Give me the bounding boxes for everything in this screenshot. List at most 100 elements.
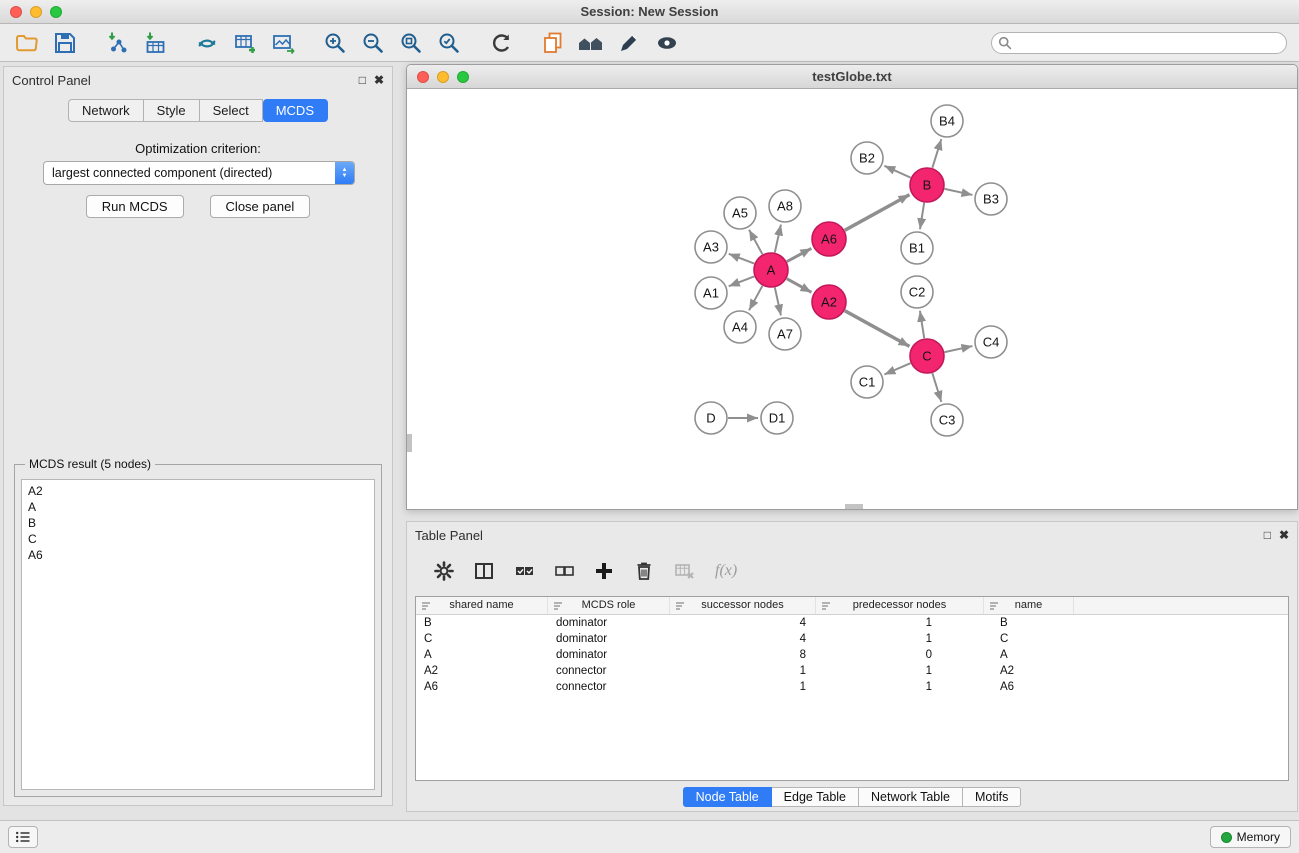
mcds-result-item[interactable]: A2 xyxy=(28,483,368,499)
home-icon[interactable] xyxy=(576,28,606,58)
memory-button[interactable]: Memory xyxy=(1210,826,1291,848)
node-C3[interactable]: C3 xyxy=(931,404,963,436)
import-table-icon[interactable] xyxy=(140,28,170,58)
node-B4[interactable]: B4 xyxy=(931,105,963,137)
node-A2[interactable]: A2 xyxy=(812,285,846,319)
edge-A-A5[interactable] xyxy=(749,230,762,254)
node-A8[interactable]: A8 xyxy=(769,190,801,222)
node-C[interactable]: C xyxy=(910,339,944,373)
close-window-button[interactable] xyxy=(10,6,22,18)
tab-network[interactable]: Network xyxy=(68,99,144,122)
edge-B-B4[interactable] xyxy=(932,139,941,168)
network-canvas[interactable]: B4 B2 B B3 A5 A8 A6 A3 A B1 A1 A2 C2 A4 A7 C4 C1 C C3 D D1 xyxy=(407,89,1297,509)
node-B1[interactable]: B1 xyxy=(901,232,933,264)
edge-A-A6[interactable] xyxy=(787,248,811,261)
canvas-bottom-grip[interactable] xyxy=(845,504,863,509)
column-header-name[interactable]: name xyxy=(984,597,1074,614)
minimize-window-button[interactable] xyxy=(30,6,42,18)
table-settings-gear-icon[interactable] xyxy=(429,556,459,586)
table-row[interactable]: Adominator80A xyxy=(416,647,1288,663)
mcds-result-item[interactable]: B xyxy=(28,515,368,531)
edge-A6-B[interactable] xyxy=(845,195,910,231)
apply-layout-icon[interactable] xyxy=(486,28,516,58)
mcds-result-item[interactable]: A6 xyxy=(28,547,368,563)
create-column-plus-icon[interactable] xyxy=(589,556,619,586)
node-A[interactable]: A xyxy=(754,253,788,287)
import-network-icon[interactable] xyxy=(102,28,132,58)
node-A7[interactable]: A7 xyxy=(769,318,801,350)
edge-B-B3[interactable] xyxy=(945,189,973,195)
table-close-panel-icon[interactable]: ✖ xyxy=(1279,529,1289,541)
table-row[interactable]: A2connector11A2 xyxy=(416,663,1288,679)
column-header-successor-nodes[interactable]: successor nodes xyxy=(670,597,816,614)
zoom-fit-icon[interactable] xyxy=(396,28,426,58)
show-column-icon[interactable] xyxy=(469,556,499,586)
export-image-icon[interactable] xyxy=(268,28,298,58)
new-network-from-selection-icon[interactable] xyxy=(192,28,222,58)
deselect-all-rows-icon[interactable] xyxy=(549,556,579,586)
edge-A-A2[interactable] xyxy=(787,279,812,293)
edge-A2-C[interactable] xyxy=(845,311,910,347)
node-A1[interactable]: A1 xyxy=(695,277,727,309)
delete-table-icon[interactable] xyxy=(669,556,699,586)
edge-C-C2[interactable] xyxy=(920,311,924,338)
edge-B-B1[interactable] xyxy=(920,203,924,229)
table-float-panel-icon[interactable]: □ xyxy=(1264,529,1271,541)
node-C4[interactable]: C4 xyxy=(975,326,1007,358)
edge-C-C4[interactable] xyxy=(945,346,973,352)
edge-A-A1[interactable] xyxy=(729,276,754,286)
tab-select[interactable]: Select xyxy=(200,99,263,122)
select-all-rows-icon[interactable] xyxy=(509,556,539,586)
edge-C-C3[interactable] xyxy=(932,373,941,402)
node-B[interactable]: B xyxy=(910,168,944,202)
edge-A-A4[interactable] xyxy=(749,286,762,310)
zoom-in-icon[interactable] xyxy=(320,28,350,58)
node-C1[interactable]: C1 xyxy=(851,366,883,398)
network-maximize-button[interactable] xyxy=(457,71,469,83)
mcds-result-item[interactable]: A xyxy=(28,499,368,515)
column-header-shared-name[interactable]: shared name xyxy=(416,597,548,614)
node-A6[interactable]: A6 xyxy=(812,222,846,256)
mcds-result-item[interactable]: C xyxy=(28,531,368,547)
tab-network-table[interactable]: Network Table xyxy=(859,787,963,807)
node-B3[interactable]: B3 xyxy=(975,183,1007,215)
edge-A-A8[interactable] xyxy=(775,225,781,253)
tab-style[interactable]: Style xyxy=(144,99,200,122)
save-session-icon[interactable] xyxy=(50,28,80,58)
node-C2[interactable]: C2 xyxy=(901,276,933,308)
tab-mcds[interactable]: MCDS xyxy=(263,99,328,122)
search-input[interactable] xyxy=(991,32,1287,54)
task-history-list-icon[interactable] xyxy=(8,826,38,848)
tab-node-table[interactable]: Node Table xyxy=(683,787,772,807)
table-row[interactable]: Cdominator41C xyxy=(416,631,1288,647)
close-panel-button[interactable]: Close panel xyxy=(210,195,311,218)
column-header-predecessor-nodes[interactable]: predecessor nodes xyxy=(816,597,984,614)
close-panel-icon[interactable]: ✖ xyxy=(374,74,384,86)
node-D1[interactable]: D1 xyxy=(761,402,793,434)
clone-network-icon[interactable] xyxy=(230,28,260,58)
open-session-icon[interactable] xyxy=(12,28,42,58)
network-close-button[interactable] xyxy=(417,71,429,83)
network-minimize-button[interactable] xyxy=(437,71,449,83)
show-graphics-details-eye-icon[interactable] xyxy=(652,28,682,58)
canvas-left-grip[interactable] xyxy=(407,434,412,452)
maximize-window-button[interactable] xyxy=(50,6,62,18)
node-D[interactable]: D xyxy=(695,402,727,434)
table-row[interactable]: Bdominator41B xyxy=(416,615,1288,631)
optimization-criterion-select[interactable]: largest connected component (directed) ▲… xyxy=(43,161,355,185)
column-header-mcds-role[interactable]: MCDS role xyxy=(548,597,670,614)
node-A5[interactable]: A5 xyxy=(724,197,756,229)
copy-document-icon[interactable] xyxy=(538,28,568,58)
edge-B-B2[interactable] xyxy=(884,166,910,178)
validator-pencil-icon[interactable] xyxy=(614,28,644,58)
node-A4[interactable]: A4 xyxy=(724,311,756,343)
node-B2[interactable]: B2 xyxy=(851,142,883,174)
table-row[interactable]: A6connector11A6 xyxy=(416,679,1288,695)
zoom-selected-icon[interactable] xyxy=(434,28,464,58)
edge-A-A3[interactable] xyxy=(729,254,754,264)
node-A3[interactable]: A3 xyxy=(695,231,727,263)
function-builder-button[interactable]: f(x) xyxy=(715,562,737,580)
tab-motifs[interactable]: Motifs xyxy=(963,787,1021,807)
tab-edge-table[interactable]: Edge Table xyxy=(772,787,859,807)
edge-C-C1[interactable] xyxy=(884,363,910,374)
